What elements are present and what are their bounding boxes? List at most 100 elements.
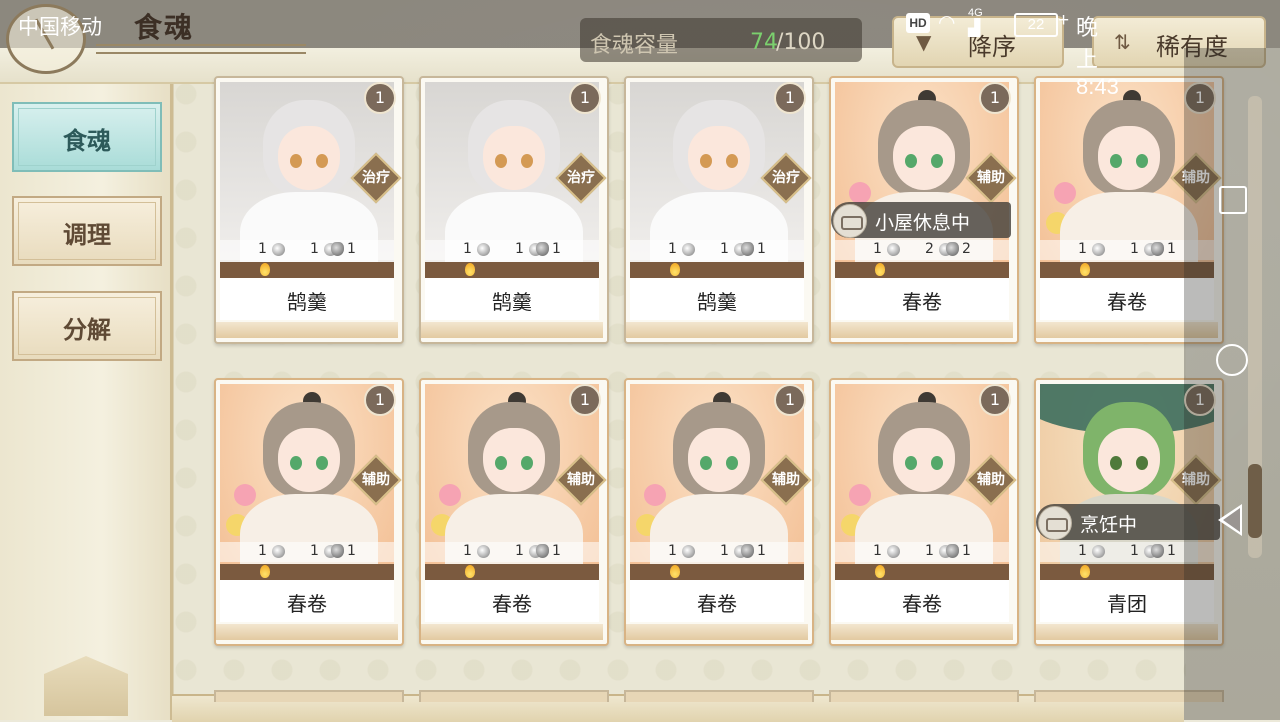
android-nav-bar xyxy=(1184,48,1280,720)
role-badge: 辅助 xyxy=(555,454,607,506)
level-badge: 1 xyxy=(979,384,1011,416)
character-eye xyxy=(290,154,302,168)
clock: 晚上8:43 xyxy=(1076,15,1119,99)
character-eye xyxy=(521,154,533,168)
character-face xyxy=(483,428,545,492)
page-title: 食魂 xyxy=(134,11,195,44)
menu-item-fenjie[interactable]: 分解 xyxy=(12,291,162,361)
menu-item-label: 食魂 xyxy=(63,126,111,155)
character-face xyxy=(893,126,955,190)
character-eye xyxy=(905,456,917,470)
fire-icon xyxy=(1080,565,1090,578)
stat-value: 2 xyxy=(925,241,934,257)
menu-item-shihun[interactable]: 食魂 xyxy=(12,102,162,172)
triangle-back-icon[interactable] xyxy=(1218,504,1242,536)
stat-value: 1 xyxy=(720,543,729,559)
stat-value: 1 xyxy=(515,543,524,559)
stat-value: 1 xyxy=(310,543,319,559)
stat-value: 1 xyxy=(668,543,677,559)
stat-value: 1 xyxy=(347,543,356,559)
status-text: 小屋休息中 xyxy=(875,212,971,234)
character-eye xyxy=(1110,154,1122,168)
food-soul-card[interactable]: 1 治疗 1 1 1 鹄羹 xyxy=(419,76,609,344)
status-text: 烹饪中 xyxy=(1080,514,1138,536)
menu-item-tiaoli[interactable]: 调理 xyxy=(12,196,162,266)
character-eye xyxy=(495,456,507,470)
name-plate: 鹄羹 xyxy=(630,278,804,320)
character-eye xyxy=(290,456,302,470)
level-badge: 1 xyxy=(364,384,396,416)
stat-value: 1 xyxy=(463,543,472,559)
stat-value: 1 xyxy=(1078,543,1087,559)
hd-badge: HD xyxy=(906,13,930,33)
character-face xyxy=(483,126,545,190)
character-face xyxy=(1098,428,1160,492)
role-label: 治疗 xyxy=(362,170,390,186)
stat-row: 1 1 1 xyxy=(630,240,804,260)
role-badge: 辅助 xyxy=(965,454,1017,506)
stat-value: 1 xyxy=(873,543,882,559)
role-badge: 辅助 xyxy=(350,454,402,506)
capacity-label: 食魂容量 xyxy=(590,33,679,58)
card-frame-bottom xyxy=(831,322,1013,338)
capacity-max: /100 xyxy=(776,30,826,55)
role-badge: 辅助 xyxy=(965,152,1017,204)
partial-card xyxy=(214,690,404,702)
level-badge: 1 xyxy=(774,384,806,416)
stat-value: 1 xyxy=(347,241,356,257)
level-badge: 1 xyxy=(569,384,601,416)
card-name: 春卷 xyxy=(902,290,942,314)
character-eye xyxy=(726,154,738,168)
circle-icon[interactable] xyxy=(1216,344,1248,376)
partial-card xyxy=(624,690,814,702)
bowl-icon xyxy=(833,204,867,238)
stat-value: 1 xyxy=(1130,543,1139,559)
character-face xyxy=(278,428,340,492)
food-soul-card[interactable]: 1 辅助 1 1 1 春卷 xyxy=(624,378,814,646)
stat-row: 1 1 1 xyxy=(835,542,1009,562)
card-name: 春卷 xyxy=(287,592,327,616)
bowl-icon xyxy=(682,243,695,256)
fire-icon xyxy=(465,263,475,276)
card-name: 春卷 xyxy=(492,592,532,616)
level-badge: 1 xyxy=(364,82,396,114)
bowl-icon xyxy=(477,545,490,558)
element-strip xyxy=(220,262,394,278)
character-eye xyxy=(1136,154,1148,168)
food-soul-card[interactable]: 1 辅助 1 1 1 春卷 xyxy=(214,378,404,646)
bowl-icon xyxy=(272,545,285,558)
stat-value: 1 xyxy=(258,241,267,257)
stat-value: 2 xyxy=(962,241,971,257)
role-label: 辅助 xyxy=(362,472,390,488)
character-face xyxy=(688,428,750,492)
card-frame-bottom xyxy=(831,624,1013,640)
partial-card xyxy=(829,690,1019,702)
fire-icon xyxy=(260,565,270,578)
food-soul-card[interactable]: 1 治疗 1 1 1 鹄羹 xyxy=(624,76,814,344)
stat-value: 1 xyxy=(962,543,971,559)
level-badge: 1 xyxy=(774,82,806,114)
square-icon[interactable] xyxy=(1219,186,1247,214)
capacity-display: 食魂容量 74 /100 xyxy=(580,18,862,62)
scrollbar-thumb[interactable] xyxy=(1248,464,1262,538)
stat-value: 1 xyxy=(552,543,561,559)
stat-value: 1 xyxy=(463,241,472,257)
food-soul-card[interactable]: 1 治疗 1 1 1 鹄羹 xyxy=(214,76,404,344)
food-soul-card[interactable]: 1 辅助 1 1 1 春卷 xyxy=(419,378,609,646)
bowl-icon xyxy=(1038,506,1072,540)
food-soul-card[interactable]: 1 辅助 1 1 1 春卷 xyxy=(829,378,1019,646)
card-name: 春卷 xyxy=(697,592,737,616)
stat-value: 1 xyxy=(668,241,677,257)
character-face xyxy=(1098,126,1160,190)
fire-icon xyxy=(670,263,680,276)
pot-icon xyxy=(536,242,549,256)
character-face xyxy=(893,428,955,492)
bowl-icon xyxy=(1092,243,1105,256)
bowl-icon xyxy=(887,243,900,256)
bowl-icon xyxy=(477,243,490,256)
character-eye xyxy=(1110,456,1122,470)
title-divider xyxy=(96,44,306,54)
stat-value: 1 xyxy=(925,543,934,559)
character-face xyxy=(688,126,750,190)
name-plate: 春卷 xyxy=(220,580,394,622)
